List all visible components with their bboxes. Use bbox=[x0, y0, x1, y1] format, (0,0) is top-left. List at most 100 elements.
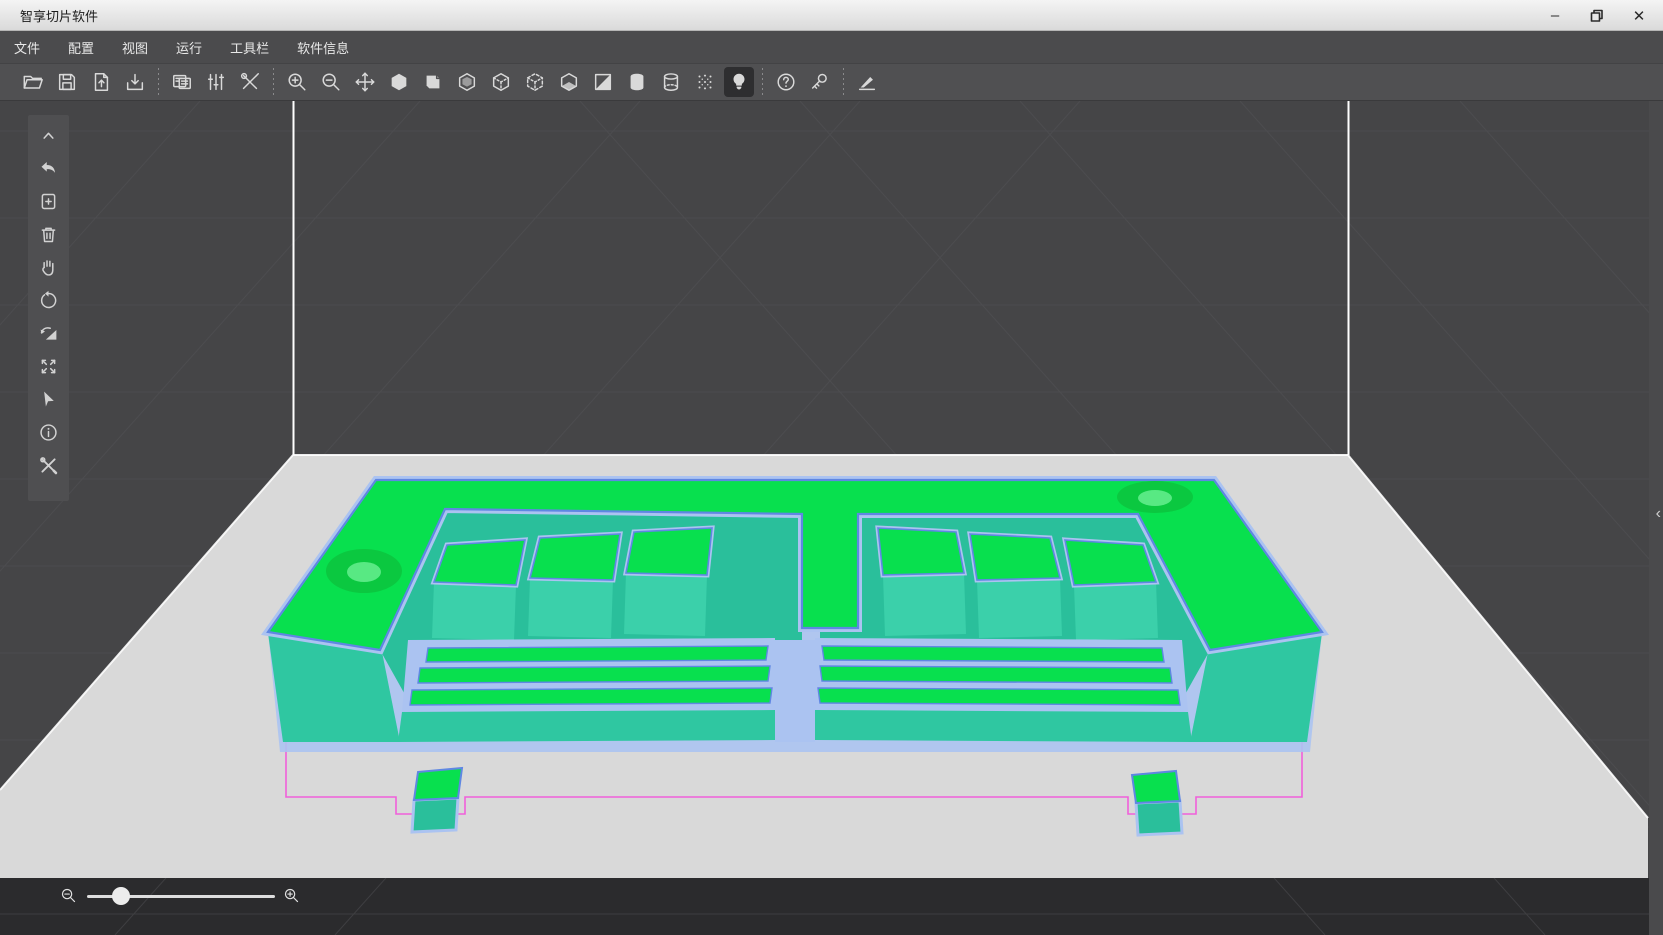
toolbar-separator bbox=[158, 68, 159, 96]
zoom-in-button[interactable] bbox=[280, 66, 314, 98]
model-info-button[interactable] bbox=[32, 416, 66, 449]
restore-button[interactable] bbox=[1583, 4, 1611, 28]
minimize-button[interactable]: – bbox=[1541, 4, 1569, 28]
duplicate-model-button[interactable] bbox=[32, 185, 66, 218]
export-file-button[interactable] bbox=[84, 66, 118, 98]
menu-bar: 文件 配置 视图 运行 工具栏 软件信息 bbox=[0, 31, 1663, 63]
viewport-3d[interactable]: ‹ bbox=[0, 101, 1663, 935]
view-cylinder-button[interactable] bbox=[620, 66, 654, 98]
zoom-out-icon bbox=[320, 71, 342, 93]
cylinder-wire-icon bbox=[660, 71, 682, 93]
cursor-icon bbox=[38, 389, 59, 410]
view-split-button[interactable] bbox=[586, 66, 620, 98]
lighting-toggle-button[interactable] bbox=[724, 67, 754, 97]
save-button[interactable] bbox=[50, 66, 84, 98]
scene-canvas bbox=[0, 101, 1663, 935]
zoom-out-slider-icon[interactable] bbox=[60, 887, 77, 904]
scale-triangle-icon bbox=[38, 323, 59, 344]
menu-run[interactable]: 运行 bbox=[162, 31, 216, 63]
trash-icon bbox=[38, 224, 59, 245]
view-bottom-button[interactable] bbox=[552, 66, 586, 98]
rotate-ccw-icon bbox=[38, 290, 59, 311]
window-controls: – ✕ bbox=[1541, 0, 1653, 31]
pen-icon bbox=[856, 71, 878, 93]
zoom-in-icon bbox=[286, 71, 308, 93]
menu-config[interactable]: 配置 bbox=[54, 31, 108, 63]
toolbar-separator bbox=[843, 68, 844, 96]
delete-model-button[interactable] bbox=[32, 218, 66, 251]
light-bulb-icon bbox=[728, 71, 750, 93]
zoom-out-button[interactable] bbox=[314, 66, 348, 98]
help-icon bbox=[775, 71, 797, 93]
right-panel-strip: ‹ bbox=[1649, 101, 1663, 935]
import-file-button[interactable] bbox=[118, 66, 152, 98]
main-toolbar: 文件加载中 87% bbox=[0, 63, 1663, 101]
view-points-button[interactable] bbox=[688, 66, 722, 98]
cube-split-icon bbox=[592, 71, 614, 93]
tool-settings-button[interactable] bbox=[233, 66, 267, 98]
hand-icon bbox=[38, 257, 59, 278]
undo-button[interactable] bbox=[32, 152, 66, 185]
menu-view[interactable]: 视图 bbox=[108, 31, 162, 63]
menu-file[interactable]: 文件 bbox=[0, 31, 54, 63]
annotate-button[interactable] bbox=[850, 66, 884, 98]
cube-solid-icon bbox=[388, 71, 410, 93]
mirror-scale-button[interactable] bbox=[32, 317, 66, 350]
wrench-screwdriver-icon bbox=[239, 71, 261, 93]
expand-arrows-icon bbox=[38, 356, 59, 377]
info-icon bbox=[38, 422, 59, 443]
app-title: 智享切片软件 bbox=[20, 6, 98, 25]
fit-view-button[interactable] bbox=[32, 350, 66, 383]
open-file-button[interactable] bbox=[16, 66, 50, 98]
help-button[interactable] bbox=[769, 66, 803, 98]
close-button[interactable]: ✕ bbox=[1625, 4, 1653, 28]
view-open-button[interactable] bbox=[450, 66, 484, 98]
right-slots bbox=[815, 638, 1192, 742]
move-icon bbox=[354, 71, 376, 93]
right-boss-center bbox=[1138, 490, 1172, 506]
view-solid-button[interactable] bbox=[382, 66, 416, 98]
rotate-button[interactable] bbox=[32, 284, 66, 317]
select-button[interactable] bbox=[32, 383, 66, 416]
point-cloud-icon bbox=[694, 71, 716, 93]
zoom-slider-thumb[interactable] bbox=[112, 887, 130, 905]
settings-card-icon bbox=[171, 71, 193, 93]
left-slots bbox=[398, 638, 775, 742]
sliders-icon bbox=[205, 71, 227, 93]
file-upload-icon bbox=[90, 71, 112, 93]
cube-bottom-icon bbox=[558, 71, 580, 93]
model-tool-palette bbox=[28, 115, 69, 501]
tray-download-icon bbox=[124, 71, 146, 93]
view-inner-dotted-button[interactable] bbox=[484, 66, 518, 98]
right-panel-toggle[interactable]: ‹ bbox=[1656, 506, 1661, 522]
pan-button[interactable] bbox=[32, 251, 66, 284]
undo-arrow-icon bbox=[38, 158, 59, 179]
view-corner-button[interactable] bbox=[416, 66, 450, 98]
print-settings-button[interactable] bbox=[165, 66, 199, 98]
copy-plus-icon bbox=[38, 191, 59, 212]
repair-tools-button[interactable] bbox=[32, 449, 66, 482]
cylinder-solid-icon bbox=[626, 71, 648, 93]
toolbar-separator bbox=[762, 68, 763, 96]
title-bar: 智享切片软件 – ✕ bbox=[0, 0, 1663, 31]
floppy-icon bbox=[56, 71, 78, 93]
left-boss-center bbox=[347, 562, 381, 582]
restore-icon bbox=[1590, 9, 1604, 23]
right-front-cube bbox=[1132, 771, 1182, 835]
cube-dashed-icon bbox=[524, 71, 546, 93]
zoom-control bbox=[52, 881, 302, 911]
left-front-cube bbox=[412, 768, 462, 832]
move-view-button[interactable] bbox=[348, 66, 382, 98]
parameter-settings-button[interactable] bbox=[199, 66, 233, 98]
app-window: 智享切片软件 – ✕ 文件 配置 视图 运行 工具栏 软件信息 bbox=[0, 0, 1663, 935]
menu-toolbar[interactable]: 工具栏 bbox=[216, 31, 283, 63]
license-key-button[interactable] bbox=[803, 66, 837, 98]
view-cylinder-wire-button[interactable] bbox=[654, 66, 688, 98]
menu-about[interactable]: 软件信息 bbox=[283, 31, 363, 63]
key-icon bbox=[809, 71, 831, 93]
zoom-in-slider-icon[interactable] bbox=[283, 887, 300, 904]
left-bins bbox=[432, 528, 712, 640]
view-dashed-button[interactable] bbox=[518, 66, 552, 98]
collapse-palette-button[interactable] bbox=[32, 119, 66, 152]
chevron-up-icon bbox=[38, 125, 59, 146]
